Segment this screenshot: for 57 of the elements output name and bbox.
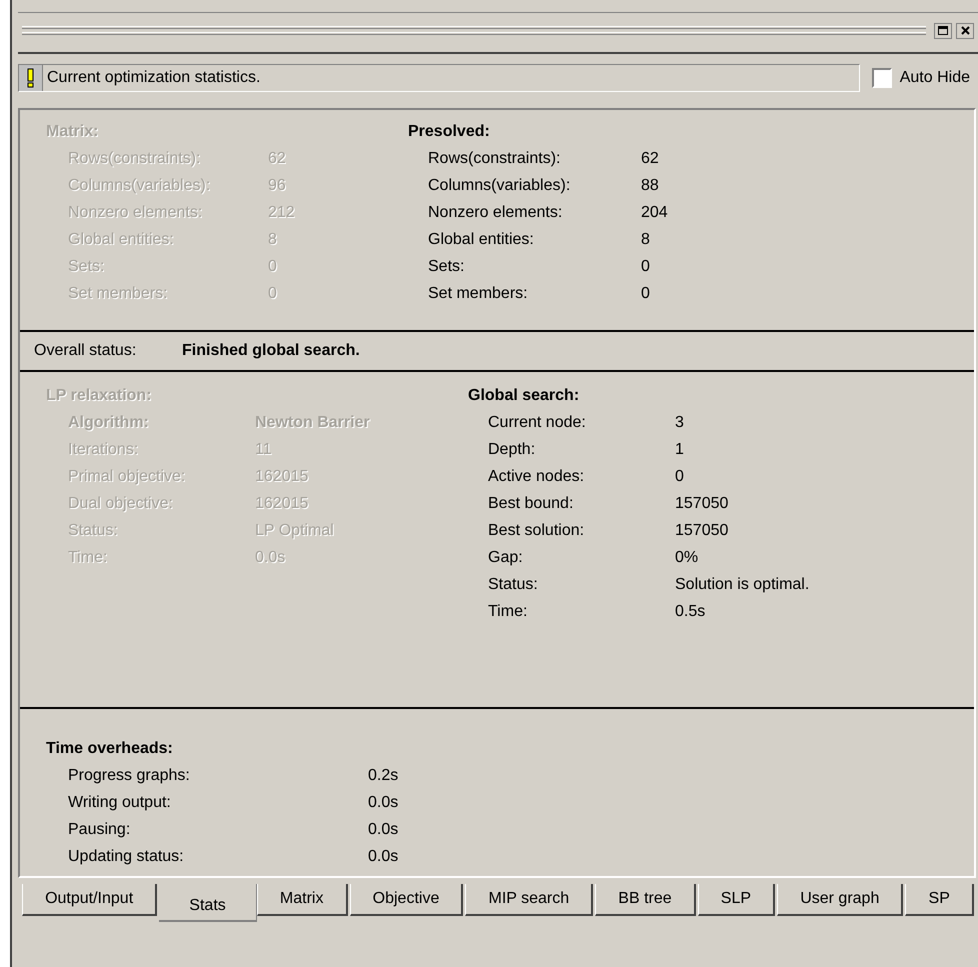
tab[interactable]: MIP search [465,884,594,916]
stat-label: Best bound: [488,494,574,514]
tab[interactable]: SP [905,884,974,916]
stat-label: Time: [488,602,528,622]
stat-value: 157050 [675,520,728,540]
section-title: Global search: [468,386,580,406]
stat-label: Active nodes: [488,466,586,486]
tab[interactable]: BB tree [595,884,696,916]
stat-value: 62 [641,148,659,168]
tab[interactable]: SLP [698,884,776,916]
stat-value: 0 [641,284,650,304]
stat-value: Solution is optimal. [675,574,810,594]
maximize-icon [938,26,948,35]
tab[interactable]: Output/Input [22,884,158,916]
stat-label: Updating status: [68,846,185,866]
stat-label: Nonzero elements: [428,202,564,222]
stat-value: 0.5s [675,602,706,622]
overall-status-label: Overall status: [34,341,138,361]
auto-hide-checkbox[interactable] [872,68,892,88]
close-button[interactable] [956,22,974,38]
tab[interactable]: User graph [777,884,904,916]
section-title: Presolved: [408,122,491,142]
overall-status-value: Finished global search. [182,341,360,361]
tab[interactable]: Matrix [256,884,348,916]
stat-label: Sets: [428,256,466,276]
stat-value: 204 [641,202,668,222]
stat-value: 8 [641,230,650,250]
tab[interactable]: Objective [350,884,464,916]
stat-label: Depth: [488,440,536,460]
stat-label: Columns(variables): [428,176,572,196]
close-icon [960,26,970,35]
stat-label: Pausing: [68,820,132,840]
stat-value: 157050 [675,494,728,514]
stat-value: 0.0s [368,792,398,812]
stat-label: Writing output: [68,792,172,812]
stat-label: Best solution: [488,520,586,540]
stat-value: 3 [675,412,684,432]
stat-label: Gap: [488,548,524,568]
stat-label: Set members: [428,284,529,304]
stat-label: Status: [488,574,539,594]
stat-value: 0 [675,466,684,486]
stat-value: 0% [675,548,698,568]
stat-value: 0.2s [368,766,398,786]
stat-value: 1 [675,440,684,460]
stat-value: 0.0s [368,820,398,840]
tab[interactable]: Stats [159,884,257,922]
section-title: Time overheads: [46,739,174,759]
auto-hide-label: Auto Hide [900,68,970,88]
stat-label: Rows(constraints): [428,148,562,168]
stat-label: Progress graphs: [68,766,191,786]
stat-value: 0.0s [368,846,398,866]
stat-label: Global entities: [428,230,535,250]
stat-value: 88 [641,176,659,196]
stat-value: 0 [641,256,650,276]
maximize-button[interactable] [934,22,952,38]
info-message: Current optimization statistics. [46,68,260,88]
stat-label: Current node: [488,412,587,432]
